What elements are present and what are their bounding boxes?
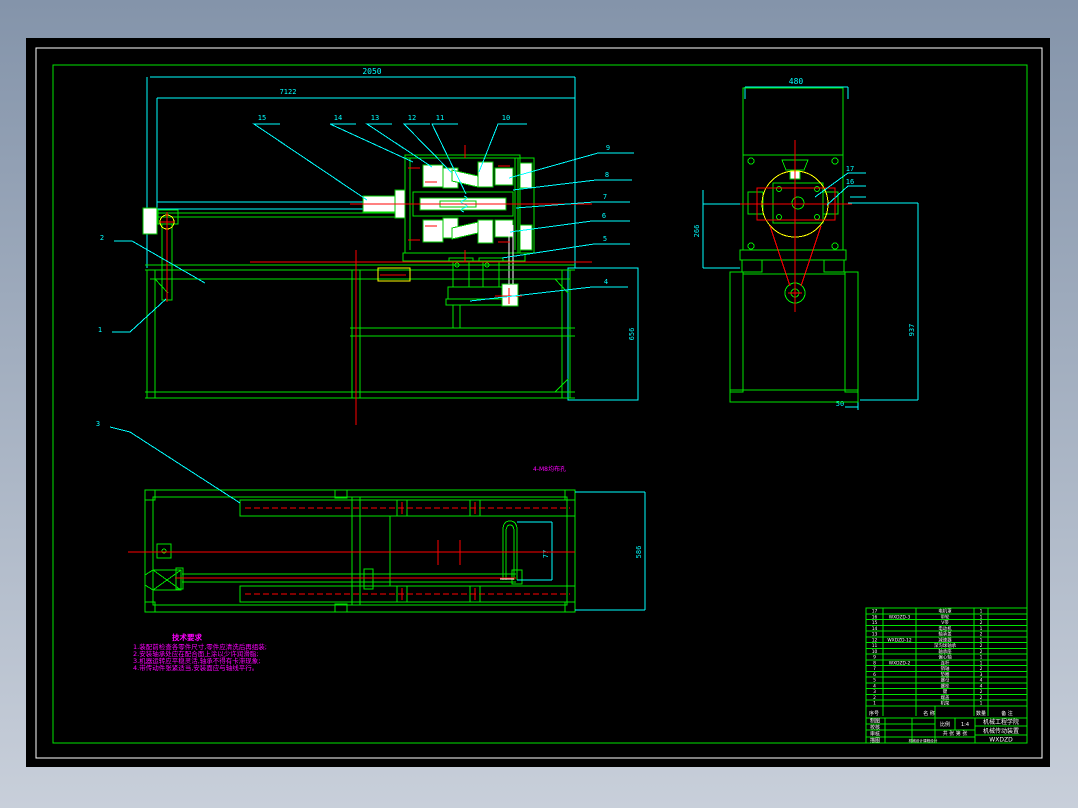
sheet-count: 共 张 第 张	[943, 730, 968, 737]
part-number-label: 1	[98, 326, 102, 334]
part-number-label: 10	[502, 114, 510, 122]
part-number-label: 9	[606, 144, 610, 152]
part-number-label: 11	[436, 114, 444, 122]
part-number-label: 2	[100, 234, 104, 242]
part-number-label: 14	[334, 114, 342, 122]
sign-label: 制图	[870, 718, 880, 725]
part-number-label: 12	[408, 114, 416, 122]
dim-front-top-width: 2050	[362, 67, 381, 76]
dim-front-height: 656	[628, 328, 636, 341]
part-number-label: 17	[846, 165, 854, 173]
sign-label: 审核	[870, 731, 880, 738]
scale-label: 比例	[940, 721, 950, 728]
dim-front-inner-width: 7122	[280, 88, 297, 96]
cad-viewport[interactable]: 2050 7122 656 480 266 937 50 586 77 4-M8…	[0, 0, 1078, 808]
drawing-number: WXDZD	[989, 737, 1013, 744]
bom-header-qty: 数量	[976, 710, 986, 717]
part-number-label: 5	[603, 235, 607, 243]
dim-side-foot: 50	[836, 400, 844, 408]
cad-application-window: 2050 7122 656 480 266 937 50 586 77 4-M8…	[0, 0, 1078, 808]
bom-header-name: 名 称	[923, 710, 935, 717]
product-name: 机械传动装置	[983, 727, 1019, 735]
part-number-label: 8	[605, 171, 609, 179]
bom-header-remark: 备 注	[1001, 710, 1013, 717]
project-name: 机械设计课程设计	[909, 738, 938, 743]
part-number-label: 6	[602, 212, 606, 220]
part-number-label: 13	[371, 114, 379, 122]
notes-title: 技术要求	[172, 632, 202, 642]
sign-label: 描图	[870, 737, 880, 744]
part-number-label: 15	[258, 114, 266, 122]
dim-side-right-height: 937	[908, 324, 916, 337]
dim-top-view-slot: 77	[542, 550, 550, 558]
scale-value: 1:4	[961, 722, 969, 728]
hole-annotation: 4-M8均布孔	[533, 465, 566, 473]
sign-label: 校核	[870, 724, 880, 731]
dim-top-view-height: 586	[635, 546, 643, 559]
part-number-label: 7	[603, 193, 607, 201]
dim-side-left-height: 266	[693, 225, 701, 238]
part-number-label: 3	[96, 420, 100, 428]
notes-line: 4.带传动件张紧适当,安装面应与轴线平行。	[133, 663, 258, 672]
part-number-label: 16	[846, 178, 854, 186]
org-name: 机械工程学院	[983, 718, 1019, 726]
part-number-label: 4	[604, 278, 608, 286]
dim-side-top-width: 480	[789, 77, 804, 86]
bom-header-no: 序号	[869, 710, 879, 717]
